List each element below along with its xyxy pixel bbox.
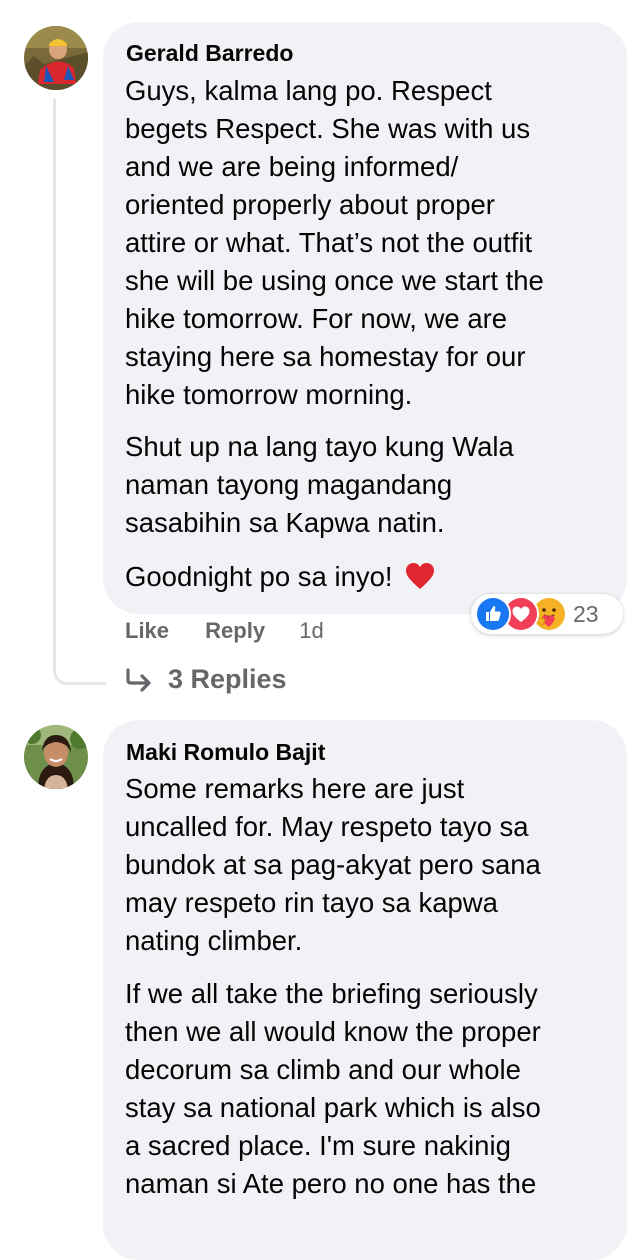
comment-text-line: staying here sa homestay for our [125, 341, 526, 372]
like-button[interactable]: Like [125, 618, 169, 643]
comment-text-line: then we all would know the proper [125, 1016, 541, 1047]
comment-text-line: Guys, kalma lang po. Respect [125, 75, 492, 106]
comment-text-line: she will be using once we start the [125, 265, 544, 296]
comment-author[interactable]: Gerald Barredo [126, 40, 293, 67]
comment-text-line: Goodnight po sa inyo! [125, 558, 435, 600]
heart-emoji-icon [405, 562, 435, 600]
comment-text-line: decorum sa climb and our whole [125, 1054, 521, 1085]
timestamp[interactable]: 1d [299, 618, 323, 643]
comment-text-line: and we are being informed/ [125, 151, 459, 182]
comment-text-line: hike tomorrow. For now, we are [125, 303, 508, 334]
comment-text-line: oriented properly about proper [125, 189, 495, 220]
comment-text-line: naman tayong magandang [125, 469, 453, 500]
comment-text: Goodnight po sa inyo! [125, 561, 393, 592]
comment-text-line: a sacred place. I'm sure nakinig [125, 1130, 511, 1161]
reply-arrow-icon [126, 667, 151, 692]
comment-paragraph: Some remarks here are just uncalled for.… [125, 770, 541, 960]
view-replies-link[interactable]: 3 Replies [124, 664, 287, 695]
comment-text-line: Shut up na lang tayo kung Wala [125, 431, 514, 462]
comment-text-line: hike tomorrow morning. [125, 379, 413, 410]
comment-paragraph: Guys, kalma lang po. Respect begets Resp… [125, 72, 544, 414]
comment-text-line: sasabihin sa Kapwa natin. [125, 507, 445, 538]
comment-text-line: attire or what. That’s not the outfit [125, 227, 533, 258]
comment-text-line: stay sa national park which is also [125, 1092, 541, 1123]
comment-text-line: begets Respect. She was with us [125, 113, 531, 144]
comment-actions: Like Reply 1d [125, 618, 324, 644]
reaction-count: 23 [573, 600, 599, 627]
avatar[interactable] [24, 26, 88, 90]
comment-text-line: may respeto rin tayo sa kapwa [125, 887, 498, 918]
replies-label: 3 Replies [168, 664, 287, 694]
comment-text-line: bundok at sa pag-akyat pero sana [125, 849, 541, 880]
avatar[interactable] [24, 725, 88, 789]
comment-paragraph: If we all take the briefing seriously th… [125, 975, 541, 1203]
comment-paragraph: Shut up na lang tayo kung Wala naman tay… [125, 428, 514, 542]
comment-text-line: naman si Ate pero no one has the [125, 1168, 537, 1199]
comment-text-line: Some remarks here are just [125, 773, 465, 804]
reactions-summary[interactable]: 23 [471, 594, 623, 634]
comment-author[interactable]: Maki Romulo Bajit [126, 739, 325, 766]
thread-connector [53, 640, 106, 685]
thread-line [53, 98, 56, 658]
comment-paragraph: Goodnight po sa inyo! [125, 558, 435, 600]
comment-text-line: nating climber. [125, 925, 303, 956]
comment-text-line: If we all take the briefing seriously [125, 978, 538, 1009]
reply-button[interactable]: Reply [205, 618, 265, 643]
like-reaction-icon [475, 596, 511, 632]
comment-text-line: uncalled for. May respeto tayo sa [125, 811, 529, 842]
